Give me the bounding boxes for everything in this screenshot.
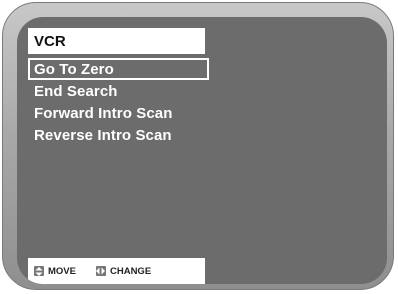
vcr-menu-list: Go To Zero End Search Forward Intro Scan…	[28, 58, 209, 146]
menu-item-reverse-intro-scan[interactable]: Reverse Intro Scan	[28, 124, 209, 146]
move-label: MOVE	[48, 265, 76, 277]
menu-title: VCR	[34, 32, 66, 50]
menu-item-label: Forward Intro Scan	[34, 104, 173, 122]
menu-item-forward-intro-scan[interactable]: Forward Intro Scan	[28, 102, 209, 124]
change-hint: CHANGE	[95, 265, 152, 277]
menu-item-go-to-zero[interactable]: Go To Zero	[28, 58, 209, 80]
menu-item-label: Reverse Intro Scan	[34, 126, 172, 144]
change-label: CHANGE	[109, 265, 152, 277]
up-down-arrows-icon	[34, 266, 44, 276]
osd-screen: VCR Go To Zero End Search Forward Intro …	[17, 17, 387, 284]
menu-item-label: Go To Zero	[34, 60, 114, 78]
tv-bezel: VCR Go To Zero End Search Forward Intro …	[2, 2, 394, 290]
menu-title-bar: VCR	[28, 28, 205, 54]
left-right-arrows-icon	[95, 266, 106, 276]
menu-item-label: End Search	[34, 82, 118, 100]
key-hint-bar: MOVE CHANGE	[28, 258, 205, 284]
move-hint: MOVE	[34, 266, 76, 277]
menu-item-end-search[interactable]: End Search	[28, 80, 209, 102]
